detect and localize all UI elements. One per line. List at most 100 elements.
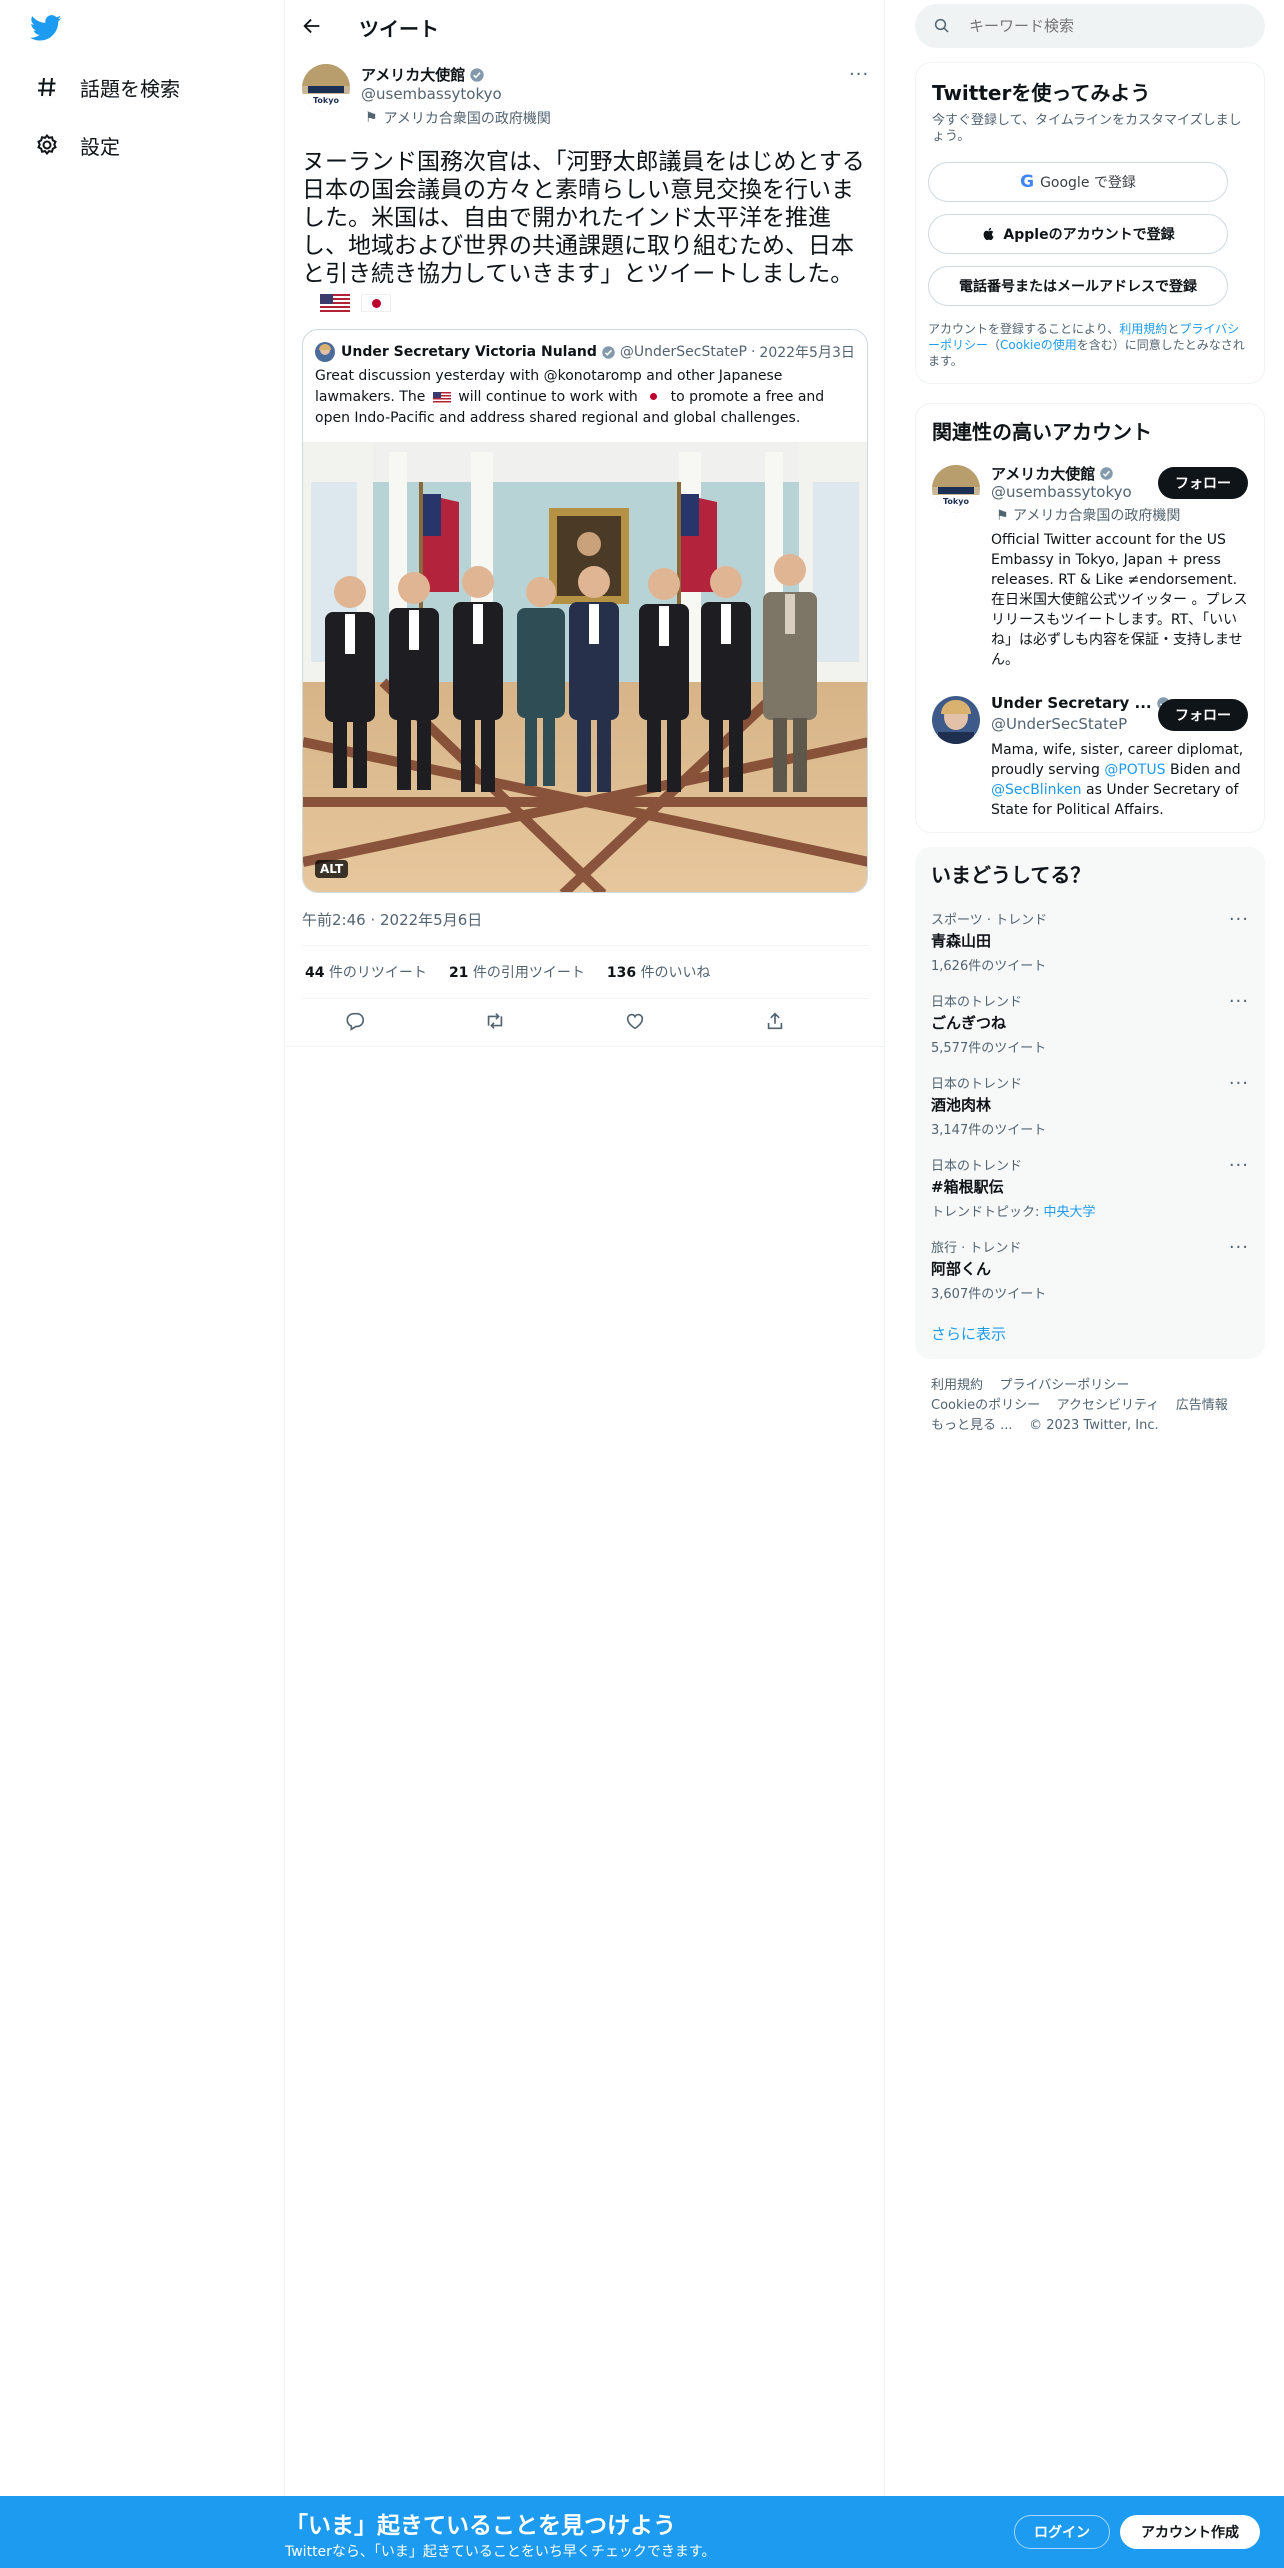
bio-mention-link[interactable]: @SecBlinken xyxy=(991,782,1082,798)
related-avatar-embassy[interactable]: Tokyo xyxy=(932,465,980,513)
login-banner: 「いま」起きていることを見つけよう Twitterなら、「いま」起きていることを… xyxy=(0,2496,1284,2568)
related-account-name: アメリカ大使館 xyxy=(991,465,1096,483)
trend-item[interactable]: 旅行 · トレンド 阿部くん 3,607件のツイート ··· xyxy=(931,1237,1249,1302)
quote-text-part: will continue to work with xyxy=(458,389,638,405)
us-flag-icon xyxy=(320,293,350,312)
share-icon[interactable] xyxy=(764,1010,786,1036)
quote-count-label: 件の引用ツイート xyxy=(472,965,585,981)
footer-more-link[interactable]: もっと見る ... xyxy=(931,1418,1013,1433)
phone-email-signup-button[interactable]: 電話番号またはメールアドレスで登録 xyxy=(928,266,1228,306)
trend-item[interactable]: スポーツ · トレンド 青森山田 1,626件のツイート ··· xyxy=(931,909,1249,974)
quoted-tweet[interactable]: Under Secretary Victoria Nuland @UnderSe… xyxy=(302,329,868,893)
gear-icon xyxy=(32,130,62,160)
trend-name: 酒池肉林 xyxy=(931,1096,992,1114)
like-icon[interactable] xyxy=(624,1010,646,1036)
footer-link[interactable]: アクセシビリティ xyxy=(1057,1398,1160,1413)
trend-category: 日本のトレンド xyxy=(931,995,1023,1010)
more-options-icon[interactable]: ··· xyxy=(1229,1073,1249,1094)
tweet-actions xyxy=(302,1008,868,1036)
google-signup-button[interactable]: G Google で登録 xyxy=(928,162,1228,202)
avatar-caption: Tokyo xyxy=(302,94,350,112)
author-avatar[interactable]: Tokyo xyxy=(302,64,350,112)
quote-author-avatar xyxy=(315,342,335,362)
related-account-bio: Official Twitter account for the US Emba… xyxy=(991,532,1248,668)
twitter-logo-icon[interactable] xyxy=(30,12,66,48)
footer-link[interactable]: プライバシーポリシー xyxy=(1000,1378,1130,1393)
trend-category: 日本のトレンド xyxy=(931,1159,1023,1174)
tweet-timestamp[interactable]: 午前2:46 · 2022年5月6日 xyxy=(302,909,482,930)
back-arrow-icon[interactable] xyxy=(301,15,325,39)
follow-button[interactable]: フォロー xyxy=(1158,699,1248,731)
bio-text: Biden and xyxy=(1165,762,1241,778)
trend-item[interactable]: 日本のトレンド #箱根駅伝 トレンドトピック: 中央大学 ··· xyxy=(931,1155,1249,1220)
quote-author-name: Under Secretary Victoria Nuland xyxy=(341,344,597,360)
avatar-caption: Tokyo xyxy=(932,495,980,513)
alt-badge[interactable]: ALT xyxy=(315,860,349,878)
apple-signup-button[interactable]: Appleのアカウントで登録 xyxy=(928,214,1228,254)
author-name-row[interactable]: アメリカ大使館 xyxy=(361,64,485,85)
footer-link[interactable]: 広告情報 xyxy=(1176,1398,1228,1413)
verified-badge-icon xyxy=(469,67,485,83)
related-name-row[interactable]: Under Secretary ... xyxy=(991,694,1171,712)
trend-category: 旅行 · トレンド xyxy=(931,1241,1022,1256)
divider xyxy=(285,1046,885,1047)
follow-button[interactable]: フォロー xyxy=(1158,467,1248,499)
more-options-icon[interactable]: ··· xyxy=(1229,991,1249,1012)
signup-button[interactable]: アカウント作成 xyxy=(1120,2515,1260,2549)
related-account-bio: Mama, wife, sister, career diplomat, pro… xyxy=(991,740,1253,820)
trend-count: 3,147件のツイート xyxy=(931,1123,1047,1138)
related-account-name: Under Secretary ... xyxy=(991,694,1152,712)
retweet-icon[interactable] xyxy=(484,1010,506,1036)
legal-text: （ xyxy=(988,338,1001,352)
legal-text: と xyxy=(1167,322,1180,336)
quote-count[interactable]: 21 件の引用ツイート xyxy=(449,962,585,982)
author-handle[interactable]: @usembassytokyo xyxy=(361,85,502,103)
trend-item[interactable]: 日本のトレンド ごんぎつね 5,577件のツイート ··· xyxy=(931,991,1249,1056)
signup-title: Twitterを使ってみよう xyxy=(932,81,1151,105)
flag-icon: ⚑ xyxy=(996,508,1009,524)
nav-settings-label: 設定 xyxy=(80,134,120,159)
banner-subtitle: Twitterなら、「いま」起きていることをいち早くチェックできます。 xyxy=(285,2544,716,2560)
trend-topic-prefix: トレンドトピック: xyxy=(931,1205,1044,1220)
search-icon xyxy=(933,17,951,35)
apple-signup-label: Appleのアカウントで登録 xyxy=(1003,227,1175,243)
quote-count-num: 21 xyxy=(448,965,469,981)
trends-card: いまどうしてる？ スポーツ · トレンド 青森山田 1,626件のツイート ··… xyxy=(915,847,1265,1359)
login-button[interactable]: ログイン xyxy=(1014,2515,1110,2549)
quote-photo[interactable]: ALT xyxy=(303,442,867,892)
cookie-link[interactable]: Cookieの使用 xyxy=(1000,338,1077,352)
bio-mention-link[interactable]: @POTUS xyxy=(1104,762,1165,778)
related-account-handle[interactable]: @UnderSecStateP xyxy=(991,715,1127,733)
nav-settings[interactable]: 設定 xyxy=(32,125,120,165)
more-options-icon[interactable]: ··· xyxy=(849,64,869,85)
tweet-body: ヌーランド国務次官は、「河野太郎議員をはじめとする日本の国会議員の方々と素晴らし… xyxy=(302,149,865,287)
footer-link[interactable]: Cookieのポリシー xyxy=(931,1398,1040,1413)
more-options-icon[interactable]: ··· xyxy=(1229,1237,1249,1258)
like-count[interactable]: 136 件のいいね xyxy=(607,962,711,982)
quote-verified-badge-icon xyxy=(601,345,616,360)
reply-icon[interactable] xyxy=(344,1010,366,1036)
trend-topic-link[interactable]: 中央大学 xyxy=(1044,1205,1096,1220)
related-account-handle[interactable]: @usembassytokyo xyxy=(991,483,1132,501)
hashtag-icon xyxy=(32,72,62,102)
signup-legal: アカウントを登録することにより、利用規約とプライバシーポリシー（Cookieの使… xyxy=(928,321,1250,369)
trend-item[interactable]: 日本のトレンド 酒池肉林 3,147件のツイート ··· xyxy=(931,1073,1249,1138)
related-name-row[interactable]: アメリカ大使館 xyxy=(991,463,1114,484)
nav-explore[interactable]: 話題を検索 xyxy=(32,67,180,107)
quote-text: Great discussion yesterday with @konotar… xyxy=(315,366,855,429)
terms-link[interactable]: 利用規約 xyxy=(1119,322,1167,336)
main-column: ツイート Tokyo アメリカ大使館 @usembassytokyo ⚑ アメリ… xyxy=(285,0,885,2568)
footer-links: 利用規約 プライバシーポリシー Cookieのポリシー アクセシビリティ 広告情… xyxy=(931,1376,1261,1436)
related-affiliation-text: アメリカ合衆国の政府機関 xyxy=(1013,508,1181,524)
divider xyxy=(302,998,868,999)
more-options-icon[interactable]: ··· xyxy=(1229,1155,1249,1176)
more-options-icon[interactable]: ··· xyxy=(1229,909,1249,930)
related-avatar-nuland[interactable] xyxy=(932,696,980,744)
trend-name: #箱根駅伝 xyxy=(931,1178,1004,1196)
retweet-count[interactable]: 44 件のリツイート xyxy=(305,962,427,982)
footer-link[interactable]: 利用規約 xyxy=(931,1378,983,1393)
search-box[interactable] xyxy=(915,4,1265,48)
search-input[interactable] xyxy=(969,17,1249,35)
show-more-link[interactable]: さらに表示 xyxy=(931,1323,1006,1344)
us-flag-icon xyxy=(432,391,451,403)
